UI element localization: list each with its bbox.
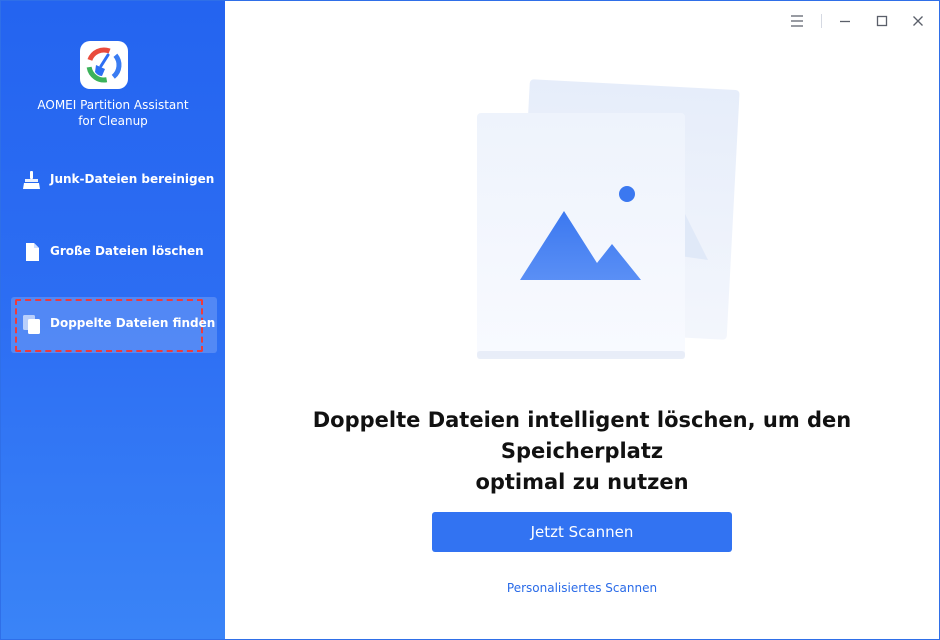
minimize-icon [840,20,850,23]
sidebar-item-large-files[interactable]: Große Dateien löschen [11,225,217,281]
app-name: AOMEI Partition Assistant for Cleanup [1,97,225,129]
app-name-line2: for Cleanup [78,114,148,128]
close-icon [913,16,923,26]
sidebar-item-label: Junk-Dateien bereinigen [50,172,215,186]
close-button[interactable] [906,9,930,33]
sidebar-item-duplicate-files[interactable]: Doppelte Dateien finden [11,297,217,353]
duplicate-files-icon [23,315,40,334]
minimize-button[interactable] [833,9,857,33]
sidebar-item-junk-files[interactable]: Junk-Dateien bereinigen [11,153,217,209]
headline: Doppelte Dateien intelligent löschen, um… [241,405,923,498]
duplicate-images-illustration [477,79,740,359]
headline-line1: Doppelte Dateien intelligent löschen, um… [312,408,852,463]
app-name-line1: AOMEI Partition Assistant [37,98,189,112]
maximize-icon [876,15,888,27]
broom-icon [23,171,40,189]
sidebar-item-label: Große Dateien löschen [50,244,204,258]
headline-line2: optimal zu nutzen [475,470,689,494]
menu-button[interactable] [785,9,809,33]
scan-now-button[interactable]: Jetzt Scannen [432,512,732,552]
cleanup-broom-logo-icon [86,47,122,83]
sidebar-item-label: Doppelte Dateien finden [50,316,216,330]
app-window: AOMEI Partition Assistant for Cleanup Ju… [0,0,940,640]
app-logo [80,41,128,89]
custom-scan-link[interactable]: Personalisiertes Scannen [432,581,732,595]
titlebar-divider [821,14,822,28]
file-icon [26,243,39,261]
menu-icon [791,15,803,27]
sidebar: AOMEI Partition Assistant for Cleanup Ju… [1,1,225,639]
maximize-button[interactable] [870,9,894,33]
